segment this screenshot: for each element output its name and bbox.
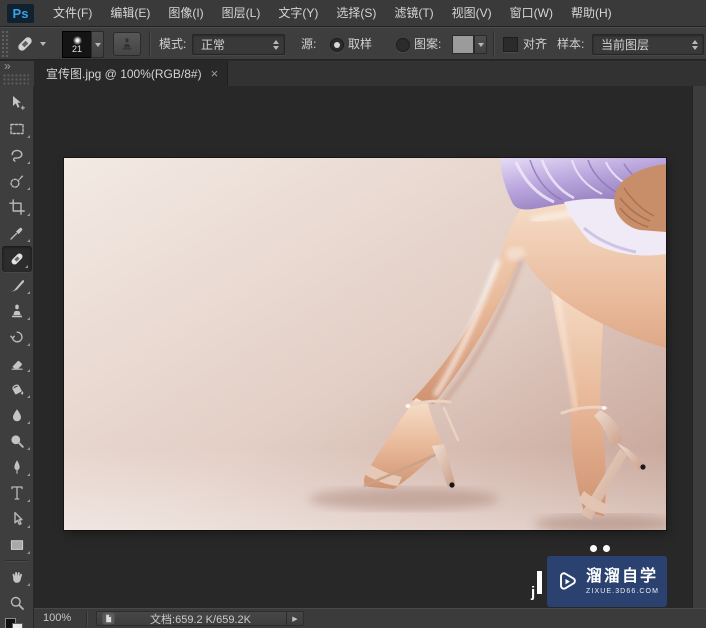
eyedropper-tool[interactable]: [0, 220, 33, 246]
chevron-down-icon: [94, 42, 101, 47]
mode-value: 正常: [201, 38, 226, 52]
sample-select[interactable]: 当前图层: [592, 34, 704, 55]
watermark-text-fragment: j: [531, 584, 536, 601]
move-tool[interactable]: [0, 90, 33, 116]
source-sampled-label[interactable]: 取样: [348, 28, 372, 59]
menu-edit[interactable]: 编辑(E): [101, 0, 159, 26]
watermark-dot: [590, 545, 597, 552]
updown-arrows-icon: [692, 39, 699, 50]
aligned-label[interactable]: 对齐: [523, 28, 547, 59]
rectangle-tool[interactable]: [0, 532, 33, 558]
clone-source-panel-button[interactable]: [113, 32, 141, 56]
source-label: 源:: [301, 37, 317, 51]
healing-brush-tool[interactable]: [2, 246, 32, 272]
menu-help[interactable]: 帮助(H): [562, 0, 621, 26]
menu-type[interactable]: 文字(Y): [269, 0, 327, 26]
dodge-tool[interactable]: [0, 428, 33, 454]
panel-collapse-button[interactable]: »: [4, 59, 11, 73]
legs-heels-photo: [0, 158, 674, 628]
healing-brush-icon: [18, 36, 32, 51]
separator: [149, 31, 151, 57]
separator: [493, 31, 495, 57]
tools-panel-header: »: [0, 59, 34, 86]
canvas-pasteboard[interactable]: [0, 86, 692, 628]
path-selection-tool[interactable]: [0, 506, 33, 532]
document-tab-title: 宣传图.jpg @ 100%(RGB/8#): [46, 67, 202, 81]
crop-tool[interactable]: [0, 194, 33, 220]
type-tool[interactable]: [0, 480, 33, 506]
sample-value: 当前图层: [601, 38, 650, 52]
document-info-button[interactable]: 文档:659.2 K/659.2K ▶: [96, 611, 304, 626]
mode-select[interactable]: 正常: [192, 34, 285, 55]
brush-tool[interactable]: [0, 272, 33, 298]
brush-picker-dropdown[interactable]: [91, 31, 104, 58]
watermark-text-fragment-bar: [537, 571, 542, 594]
zoom-level-field[interactable]: 100%: [43, 609, 71, 627]
source-pattern-label[interactable]: 图案:: [414, 28, 441, 59]
status-expand-arrow[interactable]: ▶: [286, 612, 303, 625]
document-image[interactable]: [0, 158, 674, 628]
watermark-brand: 溜溜自学: [586, 567, 659, 585]
play-logo-icon: [560, 571, 576, 590]
tools-separator: [5, 560, 28, 562]
menu-file[interactable]: 文件(F): [44, 0, 101, 26]
document-status-icon: [102, 612, 115, 625]
blur-tool[interactable]: [0, 402, 33, 428]
status-bar: 100% 文档:659.2 K/659.2K ▶: [34, 608, 706, 628]
history-brush-tool[interactable]: [0, 324, 33, 350]
photoshop-window: Ps 文件(F) 编辑(E) 图像(I) 图层(L) 文字(Y) 选择(S) 滤…: [0, 0, 706, 628]
document-size-info: 文档:659.2 K/659.2K: [150, 613, 251, 626]
menu-filter[interactable]: 滤镜(T): [385, 0, 442, 26]
quick-selection-tool[interactable]: [0, 168, 33, 194]
eraser-tool[interactable]: [0, 350, 33, 376]
hand-tool[interactable]: [0, 564, 33, 590]
tool-preset-picker[interactable]: [12, 31, 54, 56]
background-color-swatch[interactable]: [12, 623, 23, 628]
brush-size-value: 21: [71, 43, 82, 54]
clone-stamp-icon: [122, 38, 132, 50]
menu-layer[interactable]: 图层(L): [213, 0, 270, 26]
watermark-badge: 溜溜自学 zixue.3d66.com: [547, 556, 667, 607]
pen-tool[interactable]: [0, 454, 33, 480]
brush-preset-preview[interactable]: 21: [62, 31, 92, 58]
menu-window[interactable]: 窗口(W): [501, 0, 562, 26]
chevron-down-icon: [477, 42, 484, 47]
clone-stamp-tool[interactable]: [0, 298, 33, 324]
menu-select[interactable]: 选择(S): [327, 0, 385, 26]
menu-bar: Ps 文件(F) 编辑(E) 图像(I) 图层(L) 文字(Y) 选择(S) 滤…: [0, 0, 706, 27]
scrollbar-track[interactable]: [692, 86, 706, 608]
watermark-site: zixue.3d66.com: [586, 587, 659, 595]
pattern-swatch[interactable]: [452, 35, 474, 54]
menu-view[interactable]: 视图(V): [443, 0, 501, 26]
aligned-checkbox[interactable]: [503, 37, 518, 52]
paint-bucket-tool[interactable]: [0, 376, 33, 402]
separator: [86, 611, 88, 626]
tool-options-bar: 21 模式: 正常 源: 取样 图案: 对齐 样本: 当前图层: [0, 27, 706, 60]
updown-arrows-icon: [273, 39, 280, 50]
panel-grip[interactable]: [3, 74, 29, 85]
source-pattern-radio[interactable]: [396, 38, 410, 52]
options-bar-grip[interactable]: [1, 30, 10, 57]
watermark-dot: [603, 545, 610, 552]
sample-label: 样本:: [557, 37, 585, 51]
lasso-tool[interactable]: [0, 142, 33, 168]
rectangular-marquee-tool[interactable]: [0, 116, 33, 142]
menu-image[interactable]: 图像(I): [159, 0, 212, 26]
photoshop-logo: Ps: [7, 3, 34, 23]
chevron-down-icon: [40, 41, 46, 46]
tools-panel: [0, 86, 34, 628]
close-icon[interactable]: ×: [211, 67, 219, 80]
source-sampled-radio[interactable]: [330, 38, 344, 52]
document-tab[interactable]: 宣传图.jpg @ 100%(RGB/8#) ×: [34, 61, 229, 86]
pattern-picker-dropdown[interactable]: [474, 35, 487, 54]
mode-label: 模式:: [159, 37, 187, 51]
zoom-tool[interactable]: [0, 590, 33, 616]
